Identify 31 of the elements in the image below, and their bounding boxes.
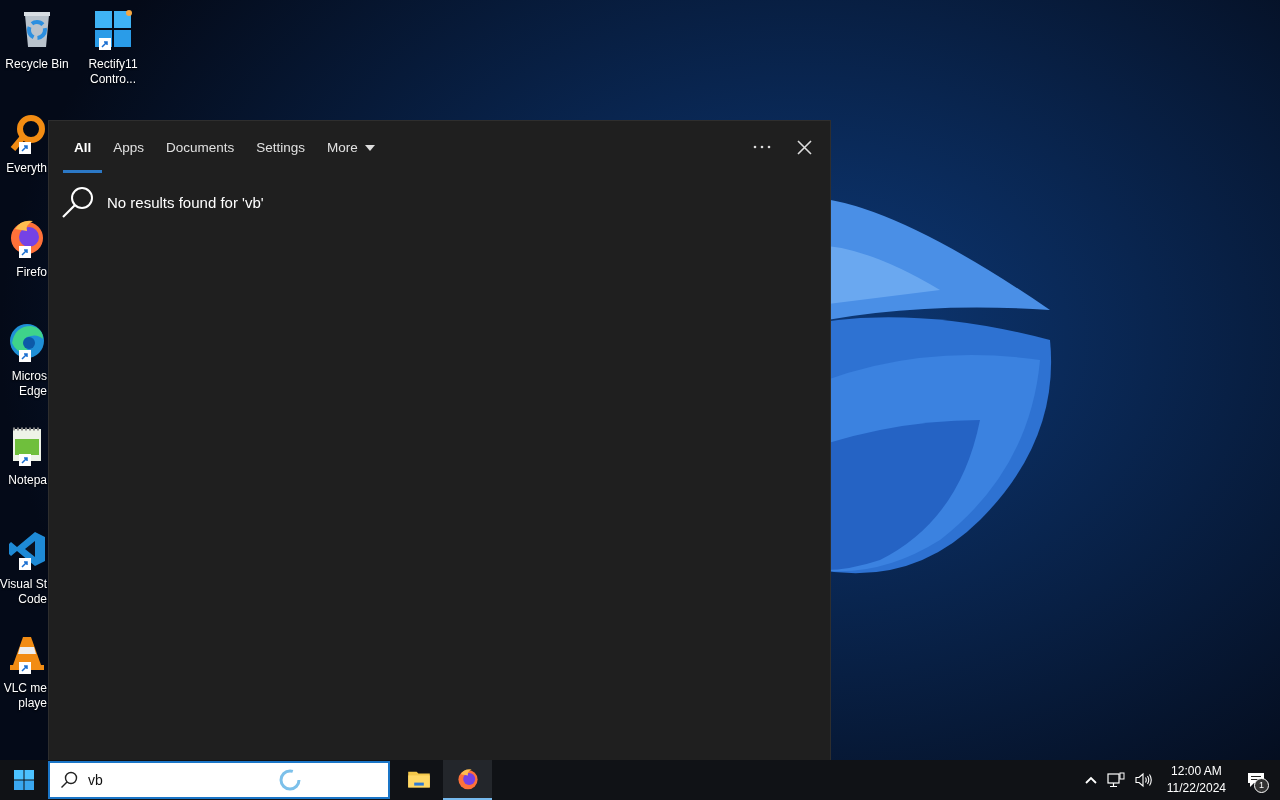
tab[interactable]: Apps — [102, 124, 156, 173]
desktop-shortcut[interactable]: Rectify11 Contro... — [76, 6, 150, 87]
no-results-message: No results found for 'vb' — [107, 193, 264, 211]
desktop-shortcut[interactable]: Firefo — [0, 214, 47, 280]
shortcut-arrow-icon — [19, 350, 31, 362]
tab[interactable]: All — [63, 124, 103, 173]
notifications-button[interactable]: 1 — [1236, 760, 1276, 800]
search-icon — [61, 185, 95, 219]
shortcut-arrow-icon — [19, 246, 31, 258]
clock[interactable]: 12:00 AM 11/22/2024 — [1158, 763, 1234, 797]
search-field[interactable]: vb — [88, 772, 268, 788]
shortcut-arrow-icon — [99, 38, 111, 50]
desktop-shortcut[interactable]: Visual St Code — [0, 526, 47, 607]
code-editor-icon — [7, 529, 47, 569]
tab[interactable]: More — [316, 124, 386, 173]
desktop-shortcut[interactable]: VLC me playe — [0, 630, 47, 711]
shortcut-arrow-icon — [19, 454, 31, 466]
desktop-shortcut[interactable]: Recycle Bin — [0, 6, 74, 72]
firefox-icon — [455, 767, 480, 791]
desktop-shortcut[interactable]: Everyth — [0, 110, 47, 176]
search-icon — [60, 771, 78, 789]
tab[interactable]: Documents — [155, 124, 246, 173]
tab[interactable]: Settings — [245, 124, 317, 173]
notification-count: 1 — [1254, 778, 1269, 793]
taskbar-app[interactable] — [443, 760, 492, 800]
desktop-shortcut[interactable]: Notepa — [0, 422, 47, 488]
shortcut-arrow-icon — [19, 558, 31, 570]
desktop-shortcut[interactable]: Micros Edge — [0, 318, 47, 399]
shortcut-arrow-icon — [19, 662, 31, 674]
shortcut-arrow-icon — [19, 142, 31, 154]
window-tiles-icon — [93, 9, 133, 49]
